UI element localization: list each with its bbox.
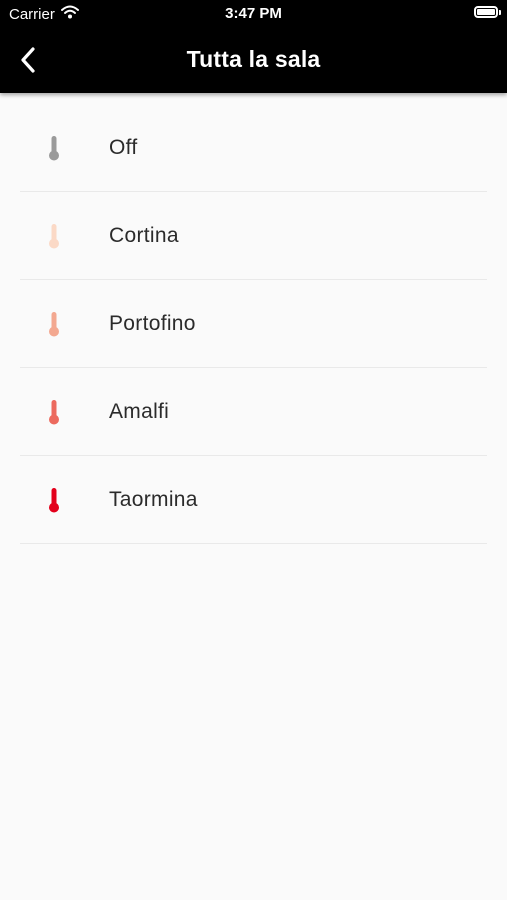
status-time: 3:47 PM — [225, 5, 282, 22]
thermometer-icon — [49, 488, 59, 513]
thermometer-icon — [49, 136, 59, 161]
thermometer-icon — [49, 312, 59, 337]
list-item-label: Taormina — [109, 488, 198, 511]
divider — [20, 543, 487, 544]
list-item-label: Amalfi — [109, 400, 170, 423]
list-item[interactable]: Portofino — [0, 280, 507, 368]
page-title: Tutta la sala — [186, 46, 321, 72]
status-bar: Carrier 3:47 PM — [0, 0, 507, 26]
list-item-label: Portofino — [109, 312, 196, 335]
preset-list: Off Cortina Portofino Amalfi Taormina — [0, 104, 507, 544]
thermometer-icon — [49, 400, 59, 425]
app-screen: Carrier 3:47 PM Tutta la sala Off Cortin… — [0, 0, 507, 900]
list-item[interactable]: Off — [0, 104, 507, 192]
list-item[interactable]: Amalfi — [0, 368, 507, 456]
list-item[interactable]: Cortina — [0, 192, 507, 280]
list-item-label: Off — [109, 136, 138, 159]
list-item[interactable]: Taormina — [0, 456, 507, 544]
battery-icon — [474, 6, 501, 18]
navigation-bar: Tutta la sala — [0, 26, 507, 93]
list-item-label: Cortina — [109, 224, 179, 247]
thermometer-icon — [49, 224, 59, 249]
